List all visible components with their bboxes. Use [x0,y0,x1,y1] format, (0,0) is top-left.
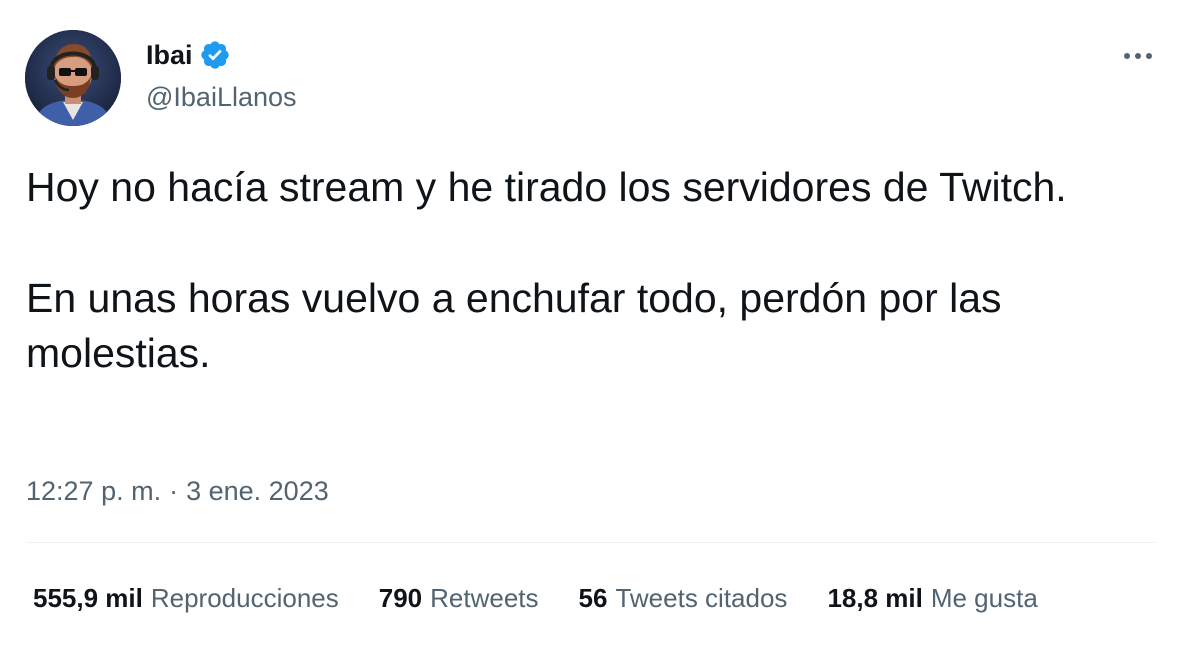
author-name-row: Ibai [146,38,231,72]
stat-label: Me gusta [930,583,1038,613]
stat-quote-tweets[interactable]: 56 Tweets citados [579,580,788,616]
stat-count: 56 [578,583,608,613]
tweet-time[interactable]: 12:27 p. m. [26,473,161,509]
author-handle[interactable]: @IbaiLlanos [146,80,297,114]
verified-badge-icon[interactable] [199,39,231,71]
stat-retweets[interactable]: 790 Retweets [379,580,539,616]
tweet-date[interactable]: 3 ene. 2023 [186,473,329,509]
stat-count: 555,9 mil [33,583,143,613]
stat-likes[interactable]: 18,8 mil Me gusta [827,580,1037,616]
stat-views[interactable]: 555,9 mil Reproducciones [33,580,339,616]
avatar[interactable] [25,30,121,126]
stat-label: Reproducciones [150,583,339,613]
stat-count: 18,8 mil [827,583,923,613]
stat-label: Retweets [430,583,539,613]
stat-label: Tweets citados [615,583,788,613]
tweet-paragraph: En unas horas vuelvo a enchufar todo, pe… [26,275,1002,376]
timestamp-separator: · [169,476,179,506]
tweet-timestamp: 12:27 p. m. · 3 ene. 2023 [26,473,329,509]
more-horizontal-icon [1124,53,1152,59]
stat-count: 790 [378,583,423,613]
author-display-name[interactable]: Ibai [146,38,193,72]
tweet-paragraph: Hoy no hacía stream y he tirado los serv… [26,164,1067,210]
tweet-text: Hoy no hacía stream y he tirado los serv… [26,160,1146,381]
avatar-image [25,30,121,126]
divider [26,542,1156,543]
more-options-button[interactable] [1118,44,1158,68]
engagement-stats: 555,9 mil Reproducciones 790 Retweets 56… [33,580,1038,616]
